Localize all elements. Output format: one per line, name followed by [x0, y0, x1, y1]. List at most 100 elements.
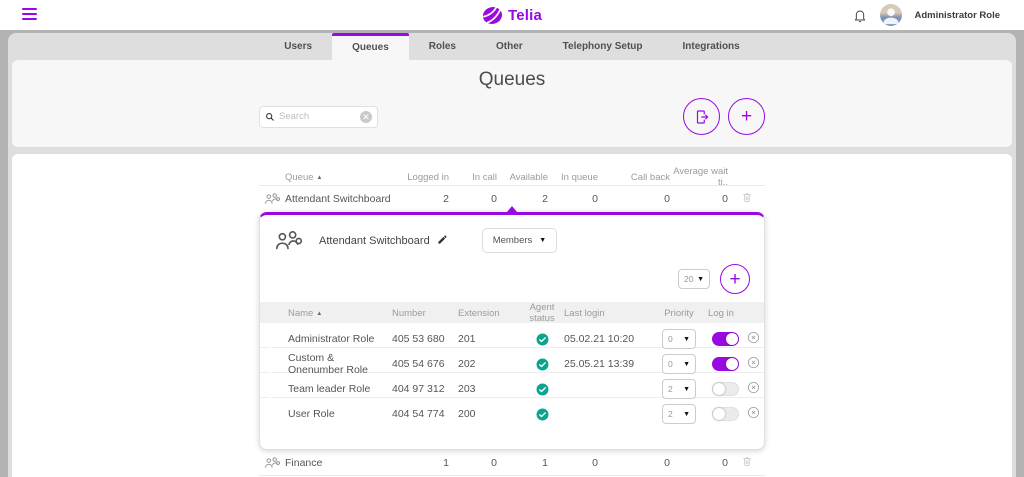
column-header-agent-status[interactable]: Agent status	[520, 302, 564, 324]
column-header-last-login[interactable]: Last login	[564, 308, 658, 319]
queue-table-header: Queue▲ Logged in In call Available In qu…	[259, 166, 765, 186]
member-avatar	[260, 360, 288, 380]
column-header-average-wait[interactable]: Average wait ti..	[670, 166, 728, 188]
remove-member-icon[interactable]	[742, 331, 764, 347]
notifications-bell-icon[interactable]	[852, 7, 868, 23]
sort-asc-icon: ▲	[317, 175, 323, 181]
chevron-down-icon: ▼	[697, 276, 704, 283]
column-header-logged-in[interactable]: Logged in	[399, 172, 449, 183]
search-input[interactable]	[275, 111, 360, 122]
queue-call-back: 0	[598, 457, 670, 469]
member-extension: 200	[458, 408, 520, 420]
export-button[interactable]	[683, 98, 720, 135]
delete-queue-icon[interactable]	[728, 455, 765, 471]
add-member-button[interactable]: +	[720, 264, 750, 294]
agent-status-available-icon	[520, 358, 564, 371]
column-header-queue[interactable]: Queue▲	[285, 172, 399, 183]
log-in-toggle[interactable]	[712, 357, 739, 371]
tab-integrations[interactable]: Integrations	[663, 33, 760, 60]
user-avatar[interactable]	[880, 4, 902, 26]
log-in-toggle[interactable]	[712, 382, 739, 396]
member-avatar	[260, 410, 288, 430]
search-icon	[265, 112, 275, 122]
chevron-down-icon: ▼	[683, 361, 690, 368]
column-header-log-in[interactable]: Log in	[700, 308, 742, 319]
log-in-toggle[interactable]	[712, 407, 739, 421]
member-name: Administrator Role	[288, 333, 392, 345]
queue-average-wait: 0	[670, 457, 728, 469]
page-size-value: 20	[684, 274, 693, 284]
clear-search-icon[interactable]: ✕	[360, 111, 372, 123]
remove-member-icon[interactable]	[742, 406, 764, 422]
sort-asc-icon: ▲	[316, 311, 322, 317]
column-header-name[interactable]: Name▲	[288, 308, 392, 319]
edit-queue-name-icon[interactable]	[437, 232, 448, 250]
queue-available: 2	[497, 193, 548, 205]
member-extension: 202	[458, 358, 520, 370]
queue-name: Attendant Switchboard	[285, 193, 399, 205]
member-number: 405 53 680	[392, 333, 458, 345]
export-icon	[693, 108, 711, 126]
chevron-down-icon: ▼	[683, 411, 690, 418]
telia-logo: Telia	[482, 5, 542, 26]
remove-member-icon[interactable]	[742, 356, 764, 372]
tab-other[interactable]: Other	[476, 33, 543, 60]
queue-group-icon	[259, 456, 285, 470]
members-dropdown-label: Members	[493, 235, 533, 246]
tab-roles[interactable]: Roles	[409, 33, 476, 60]
page-size-dropdown[interactable]: 20 ▼	[678, 269, 710, 289]
queue-call-back: 0	[598, 193, 670, 205]
expanded-queue-name: Attendant Switchboard	[319, 235, 430, 247]
user-role-label[interactable]: Administrator Role	[914, 10, 1000, 21]
remove-member-icon[interactable]	[742, 381, 764, 397]
page-title: Queues	[259, 69, 765, 91]
agent-status-available-icon	[520, 408, 564, 421]
priority-dropdown[interactable]: 0▼	[662, 354, 696, 374]
brand-name: Telia	[508, 7, 542, 24]
queue-name: Finance	[285, 457, 399, 469]
queue-row-finance[interactable]: Finance 1 0 1 0 0 0	[259, 450, 765, 476]
log-in-toggle[interactable]	[712, 332, 739, 346]
search-box: ✕	[259, 106, 378, 128]
main-panel: Users Queues Roles Other Telephony Setup…	[8, 33, 1016, 477]
plus-icon: +	[741, 107, 752, 126]
queue-in-call: 0	[449, 193, 497, 205]
chevron-down-icon: ▼	[683, 386, 690, 393]
column-header-in-queue[interactable]: In queue	[548, 172, 598, 183]
member-last-login: 25.05.21 13:39	[564, 358, 658, 370]
priority-dropdown[interactable]: 2▼	[662, 379, 696, 399]
column-header-available[interactable]: Available	[497, 172, 548, 183]
delete-queue-icon[interactable]	[728, 191, 765, 207]
member-extension: 203	[458, 383, 520, 395]
member-row[interactable]: Custom & Onenumber Role 405 54 676 202 2…	[260, 348, 764, 373]
tab-users[interactable]: Users	[264, 33, 332, 60]
column-header-extension[interactable]: Extension	[458, 308, 520, 319]
column-header-number[interactable]: Number	[392, 308, 458, 319]
tab-queues[interactable]: Queues	[332, 33, 409, 60]
member-row[interactable]: Team leader Role 404 97 312 203 2▼	[260, 373, 764, 398]
member-table-header: Name▲ Number Extension Agent status Last…	[260, 302, 764, 323]
tab-telephony-setup[interactable]: Telephony Setup	[543, 33, 663, 60]
priority-dropdown[interactable]: 2▼	[662, 404, 696, 424]
member-number: 404 97 312	[392, 383, 458, 395]
expanded-queue-panel: Attendant Switchboard Members ▼ 20 ▼	[259, 212, 765, 450]
queue-group-icon-large	[274, 229, 302, 253]
member-name: Team leader Role	[288, 383, 392, 395]
members-dropdown[interactable]: Members ▼	[482, 228, 558, 253]
queue-in-queue: 0	[548, 457, 598, 469]
queue-logged-in: 1	[399, 457, 449, 469]
member-number: 404 54 774	[392, 408, 458, 420]
plus-icon: +	[729, 270, 740, 289]
add-queue-button[interactable]: +	[728, 98, 765, 135]
column-header-call-back[interactable]: Call back	[598, 172, 670, 183]
priority-dropdown[interactable]: 0▼	[662, 329, 696, 349]
hamburger-menu-icon[interactable]	[22, 8, 37, 22]
queue-available: 1	[497, 457, 548, 469]
queue-in-queue: 0	[548, 193, 598, 205]
member-number: 405 54 676	[392, 358, 458, 370]
column-header-priority[interactable]: Priority	[658, 308, 700, 319]
member-row[interactable]: Administrator Role 405 53 680 201 05.02.…	[260, 323, 764, 348]
column-header-in-call[interactable]: In call	[449, 172, 497, 183]
agent-status-available-icon	[520, 383, 564, 396]
member-row[interactable]: User Role 404 54 774 200 2▼	[260, 398, 764, 423]
